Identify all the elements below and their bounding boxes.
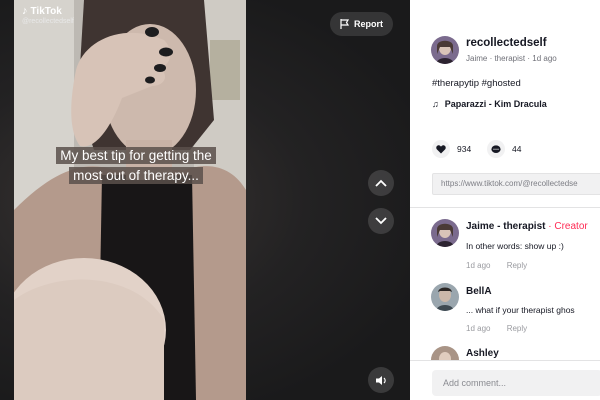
comment-time: 1d ago (466, 324, 491, 333)
like-stat[interactable]: 934 (432, 140, 471, 158)
creator-badge: · Creator (548, 221, 588, 232)
comment-count: 44 (512, 144, 522, 154)
report-button[interactable]: Report (330, 12, 393, 36)
comment-meta: 1d ago Reply (466, 324, 527, 333)
next-video-button[interactable] (368, 208, 394, 234)
tiktok-note-icon: ♪ (22, 5, 28, 17)
comment-meta: 1d ago Reply (466, 261, 527, 270)
reply-button[interactable]: Reply (507, 261, 527, 270)
video-caption: My best tip for getting the most out of … (38, 146, 234, 186)
comment-text: ... what if your therapist ghos (466, 305, 575, 315)
comment-author[interactable]: Ashley (466, 348, 499, 359)
share-link-field[interactable]: https://www.tiktok.com/@recollectedse (432, 173, 600, 195)
comment-author[interactable]: BellA (466, 286, 492, 297)
music-link[interactable]: ♫ Paparazzi - Kim Dracula (432, 99, 547, 109)
tiktok-logo-text: TikTok (30, 6, 62, 17)
chevron-up-icon (375, 179, 387, 187)
author-meta: Jaime · therapist · 1d ago (466, 54, 557, 63)
comment-author-name: Jaime - therapist (466, 221, 546, 232)
comment-text: In other words: show up :) (466, 241, 564, 251)
mute-button[interactable] (368, 367, 394, 393)
video-stage: My best tip for getting the most out of … (0, 0, 410, 400)
report-label: Report (354, 19, 383, 29)
comment-icon[interactable] (487, 140, 505, 158)
volume-icon (375, 375, 386, 385)
caption-line: My best tip for getting the (56, 147, 216, 164)
author-username[interactable]: recollectedself (466, 37, 547, 49)
commenter-avatar[interactable] (431, 219, 459, 247)
music-title: Paparazzi - Kim Dracula (444, 99, 547, 109)
comment-stat[interactable]: 44 (487, 140, 521, 158)
watermark-handle: @recollectedself (22, 18, 74, 25)
comment-author[interactable]: Jaime - therapist · Creator (466, 221, 588, 232)
music-note-icon: ♫ (432, 99, 439, 109)
video-player[interactable]: My best tip for getting the most out of … (14, 0, 246, 400)
commenter-avatar[interactable] (431, 283, 459, 311)
comment-time: 1d ago (466, 261, 491, 270)
caption-line: most out of therapy... (69, 167, 203, 184)
panel-divider (410, 207, 600, 208)
reply-button[interactable]: Reply (507, 324, 527, 333)
heart-icon[interactable] (432, 140, 450, 158)
video-frame-illustration (14, 0, 246, 400)
comment-input[interactable]: Add comment... (432, 370, 600, 396)
flag-icon (340, 19, 349, 29)
like-count: 934 (457, 144, 472, 154)
video-hashtags[interactable]: #therapytip #ghosted (432, 78, 521, 89)
previous-video-button[interactable] (368, 170, 394, 196)
tiktok-watermark: ♪ TikTok @recollectedself (22, 5, 74, 26)
chevron-down-icon (375, 217, 387, 225)
author-avatar[interactable] (431, 36, 459, 64)
